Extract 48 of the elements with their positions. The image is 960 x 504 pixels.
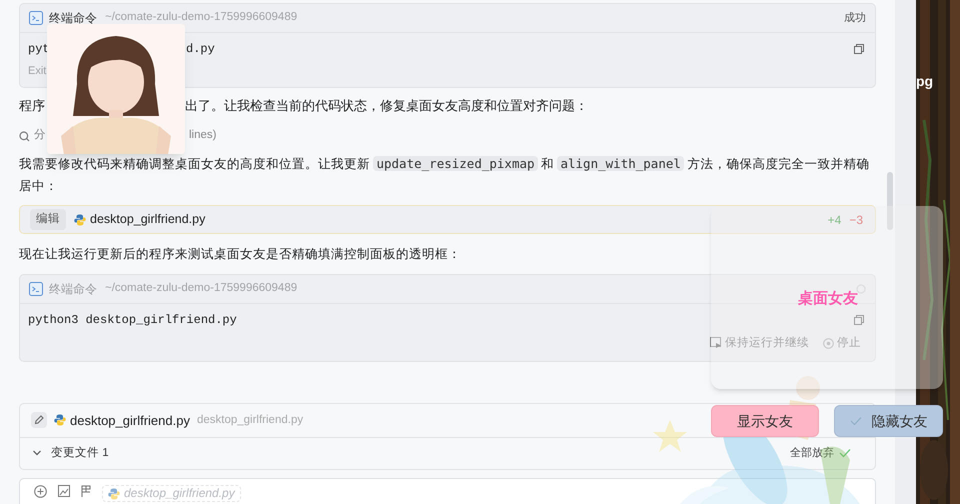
image-icon bbox=[58, 485, 70, 497]
check-icon bbox=[850, 416, 862, 426]
copy-icon[interactable] bbox=[854, 44, 864, 54]
terminal-icon bbox=[29, 282, 43, 296]
file-name: desktop_girlfriend.py bbox=[70, 412, 190, 430]
keep-running-button[interactable]: 保持运行并继续 bbox=[710, 334, 809, 352]
command-text: d.py bbox=[186, 41, 215, 57]
play-icon bbox=[710, 337, 722, 350]
paragraph-text: 程序 bbox=[19, 97, 46, 116]
search-text: 分 bbox=[34, 128, 46, 144]
copy-icon[interactable] bbox=[854, 315, 864, 325]
terminal-title: 终端命令 bbox=[49, 281, 97, 298]
python-icon bbox=[54, 414, 66, 426]
file-name: desktop_girlfriend.py bbox=[90, 211, 206, 228]
search-icon bbox=[19, 130, 30, 142]
terminal-title: 终端命令 bbox=[49, 10, 97, 27]
layout-icon bbox=[81, 485, 91, 498]
terminal-path: ~/comate-zulu-demo-1759996609489 bbox=[105, 281, 298, 296]
file-label: pg bbox=[916, 72, 934, 91]
add-icon bbox=[34, 485, 47, 498]
changes-summary: 变更文件 1 bbox=[51, 445, 109, 461]
status-label: 成功 bbox=[844, 10, 866, 26]
command-text: python3 desktop_girlfriend.py bbox=[28, 312, 237, 328]
python-icon bbox=[108, 488, 120, 500]
check-icon bbox=[839, 448, 851, 458]
file-path: desktop_girlfriend.py bbox=[196, 412, 304, 428]
widget-title: 桌面女友 bbox=[798, 289, 858, 309]
file-chip[interactable]: desktop_girlfriend.py bbox=[102, 485, 241, 502]
paragraph-text: 现在让我运行更新后的程序来测试桌面女友是否精确填满控制面板的透明框： bbox=[19, 246, 462, 263]
search-text: lines) bbox=[189, 128, 216, 144]
stop-button[interactable]: 停止 bbox=[823, 334, 861, 352]
stop-icon bbox=[823, 338, 834, 349]
input-field[interactable]: desktop_girlfriend.py bbox=[19, 478, 876, 504]
paragraph-text: 出了。让我检查当前的代码状态，修复桌面女友高度和位置对齐问题： bbox=[185, 97, 588, 116]
pencil-icon bbox=[31, 412, 47, 428]
added-count: +4 bbox=[828, 212, 842, 228]
paragraph-text: 我需要修改代码来精确调整桌面女友的高度和位置。让我更新 update_resized_pixmap 和 align_with_panel 方法，确保高度完全一致并精确居中： bbox=[19, 155, 870, 195]
terminal-path: ~/comate-zulu-demo-1759996609489 bbox=[105, 10, 298, 26]
edit-badge: 编辑 bbox=[30, 208, 66, 230]
python-icon bbox=[74, 214, 86, 226]
scrollbar[interactable] bbox=[887, 172, 893, 230]
removed-count: −3 bbox=[849, 212, 863, 228]
terminal-icon bbox=[29, 11, 43, 25]
hide-button[interactable]: 隐藏女友 bbox=[834, 405, 943, 437]
output-text: Exit bbox=[28, 64, 48, 79]
discard-all-button[interactable]: 全部放弃 bbox=[790, 445, 834, 462]
command-text: pyt bbox=[28, 41, 51, 57]
show-button[interactable]: 显示女友 bbox=[711, 405, 819, 437]
